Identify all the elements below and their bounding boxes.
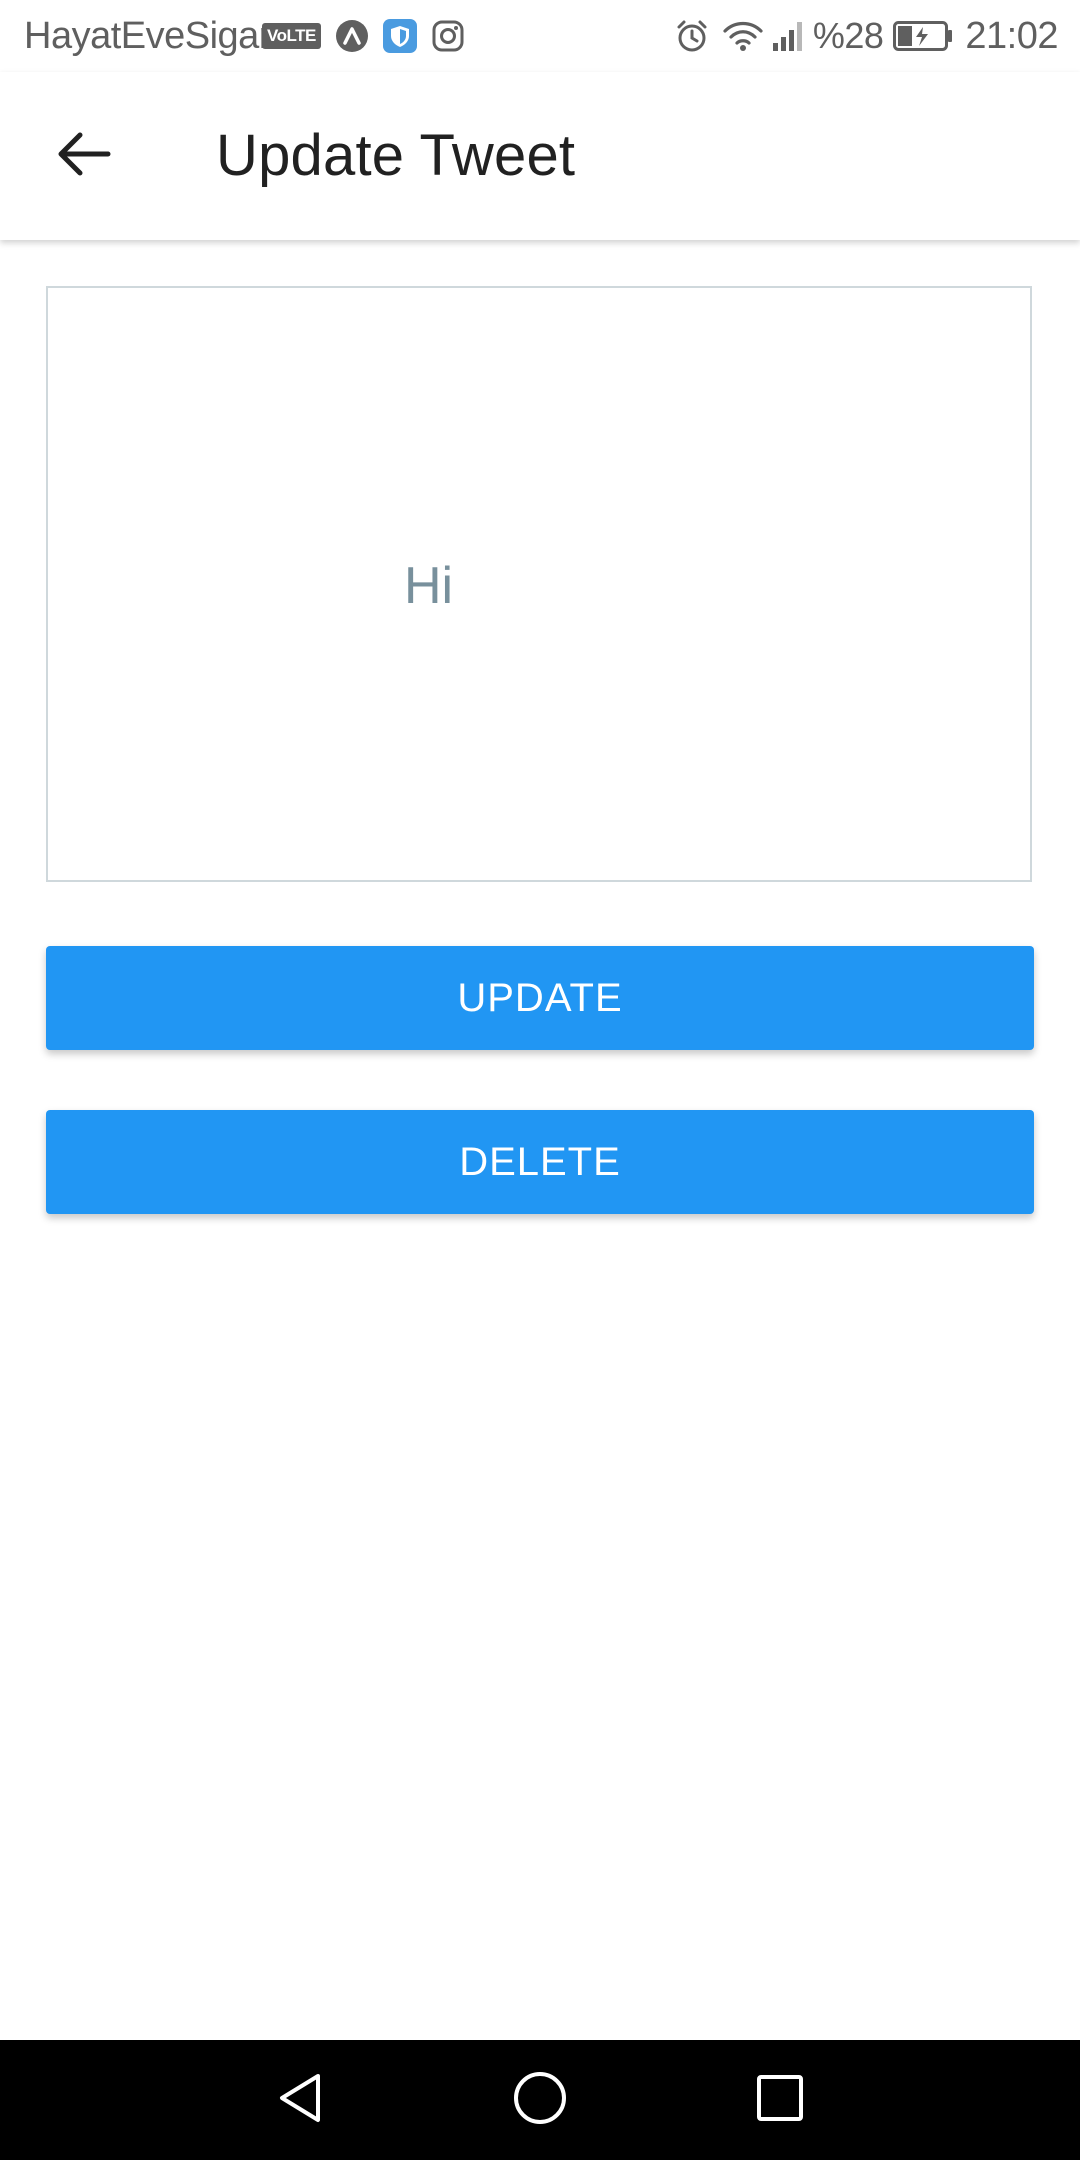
status-bar-system-icons: %28 21:02 bbox=[661, 14, 1058, 58]
tweet-text-input[interactable]: Hi bbox=[48, 288, 1030, 880]
nav-recents-icon bbox=[755, 2073, 805, 2128]
tweet-input-box[interactable]: Hi bbox=[46, 286, 1032, 882]
battery-charging-icon bbox=[893, 21, 953, 51]
instagram-icon bbox=[431, 19, 465, 53]
delete-button[interactable]: DELETE bbox=[46, 1110, 1034, 1214]
status-bar: HayatEveSigar VoLTE %28 21:02 bbox=[0, 0, 1080, 72]
wifi-icon bbox=[723, 19, 763, 53]
carrier-name: HayatEveSigar bbox=[24, 15, 271, 57]
shield-icon bbox=[382, 19, 417, 53]
alarm-icon bbox=[675, 19, 709, 53]
status-bar-app-icons: VoLTE bbox=[262, 18, 465, 54]
page-title: Update Tweet bbox=[216, 123, 576, 188]
back-button[interactable] bbox=[36, 114, 132, 198]
nav-home-button[interactable] bbox=[500, 2060, 580, 2140]
nav-back-button[interactable] bbox=[260, 2060, 340, 2140]
update-button-label: UPDATE bbox=[457, 975, 623, 1020]
delete-button-label: DELETE bbox=[459, 1139, 621, 1184]
arrow-back-icon bbox=[56, 130, 112, 183]
app-bar: Update Tweet bbox=[0, 72, 1080, 240]
signal-icon bbox=[771, 19, 805, 53]
navigation-bar bbox=[0, 2040, 1080, 2160]
nav-back-icon bbox=[274, 2070, 326, 2131]
clock: 21:02 bbox=[965, 14, 1058, 57]
battery-percent: %28 bbox=[812, 15, 884, 56]
nav-home-icon bbox=[512, 2070, 568, 2131]
update-button[interactable]: UPDATE bbox=[46, 946, 1034, 1050]
volte-icon: VoLTE bbox=[262, 23, 321, 49]
arc-icon bbox=[335, 19, 369, 53]
nav-recents-button[interactable] bbox=[740, 2060, 820, 2140]
